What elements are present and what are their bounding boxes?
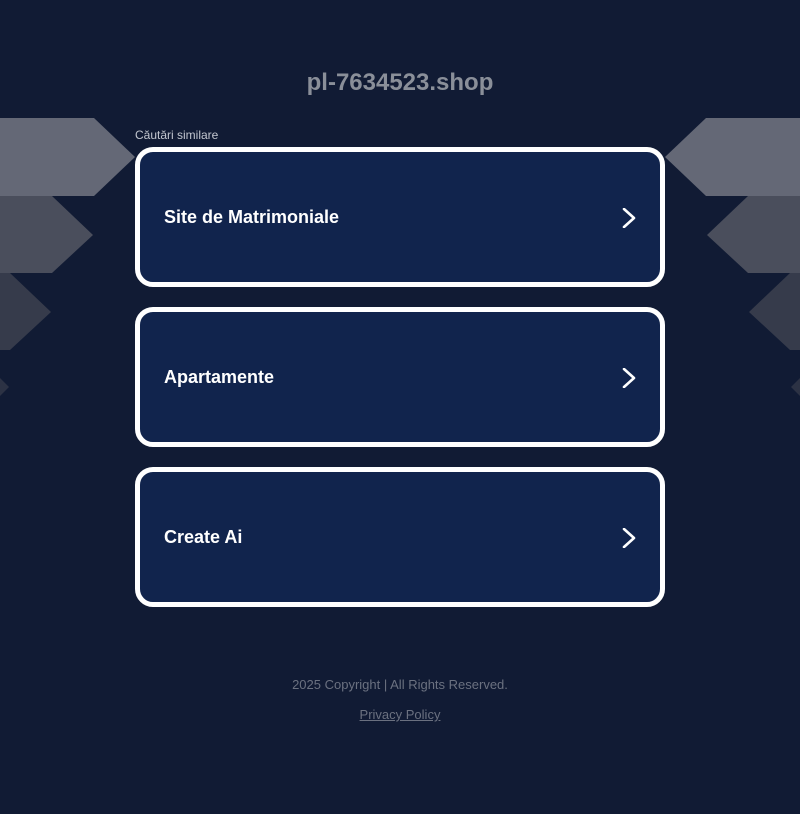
left-arrow-shape-4 [0,378,9,396]
right-arrow-shape-1 [665,118,800,196]
related-link-label: Create Ai [164,527,243,547]
right-arrow-shape-4 [791,378,800,396]
domain-title: pl-7634523.shop [306,69,494,96]
chevron-right-icon [622,208,636,228]
right-arrow-shape-3 [749,273,800,350]
chevron-right-icon [622,368,636,388]
left-arrow-shape-2 [0,196,93,273]
left-arrow-shape-3 [0,273,51,350]
privacy-policy-link[interactable]: Privacy Policy [360,707,441,722]
related-link-card-2[interactable]: Apartamente [135,307,665,447]
chevron-right-icon [622,528,636,548]
footer-privacy: Privacy Policy [0,707,800,722]
left-arrow-shape-1 [0,118,135,196]
related-link-card-1[interactable]: Site de Matrimoniale [135,147,665,287]
related-link-label: Apartamente [164,367,275,387]
footer-copyright: 2025 Copyright | All Rights Reserved. [292,677,508,692]
related-searches-label: Căutări similare [135,128,219,142]
related-link-label: Site de Matrimoniale [164,207,340,227]
related-link-card-3[interactable]: Create Ai [135,467,665,607]
parked-domain-page: pl-7634523.shop Căutări similare Site de… [0,0,800,814]
right-arrow-shape-2 [707,196,800,273]
